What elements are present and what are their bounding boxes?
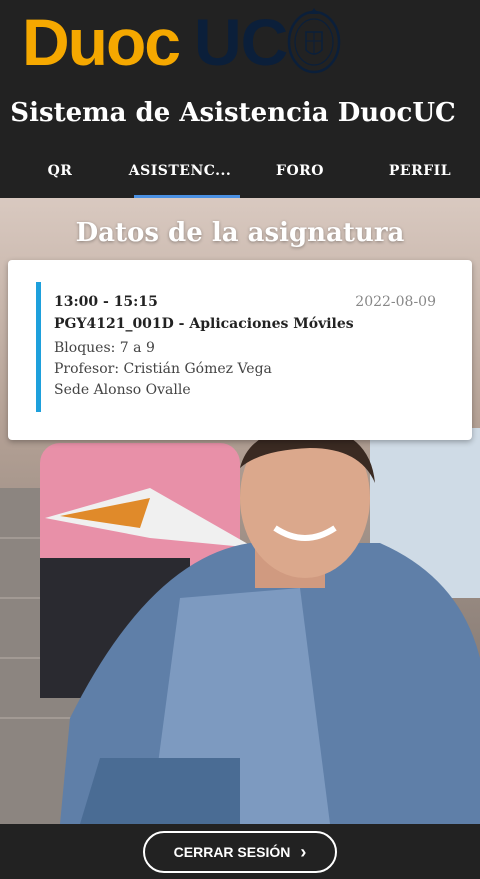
logo-uc-text: UC: [194, 5, 288, 79]
campus-name: Sede Alonso Ovalle: [54, 382, 191, 398]
content-area: Datos de la asignatura 13:00 - 15:15 202…: [0, 198, 480, 824]
app-footer: CERRAR SESIÓN ›: [0, 824, 480, 879]
section-title: Datos de la asignatura: [75, 218, 405, 248]
class-date: 2022-08-09: [355, 294, 436, 310]
chevron-right-icon: ›: [300, 842, 307, 862]
tab-perfil[interactable]: PERFIL: [360, 146, 480, 198]
tab-foro[interactable]: FORO: [240, 146, 360, 198]
university-seal-icon: [287, 8, 341, 74]
course-name: PGY4121_001D - Aplicaciones Móviles: [54, 316, 354, 332]
tab-qr[interactable]: QR: [0, 146, 120, 198]
card-accent-bar: [36, 282, 41, 412]
app-header: Duoc UC Sistema de Asistencia DuocUC QR …: [0, 0, 480, 198]
logout-label: CERRAR SESIÓN: [173, 844, 291, 860]
subject-card: 13:00 - 15:15 2022-08-09 PGY4121_001D - …: [8, 260, 472, 440]
class-time: 13:00 - 15:15: [54, 294, 158, 310]
tab-bar: QR ASISTENC... FORO PERFIL: [0, 146, 480, 198]
class-blocks: Bloques: 7 a 9: [54, 340, 155, 356]
logout-button[interactable]: CERRAR SESIÓN ›: [143, 831, 337, 873]
app-title: Sistema de Asistencia DuocUC: [10, 98, 456, 128]
professor-name: Profesor: Cristián Gómez Vega: [54, 361, 272, 377]
logo-duoc-text: Duoc: [22, 5, 181, 79]
tab-asistencia[interactable]: ASISTENC...: [120, 146, 240, 198]
